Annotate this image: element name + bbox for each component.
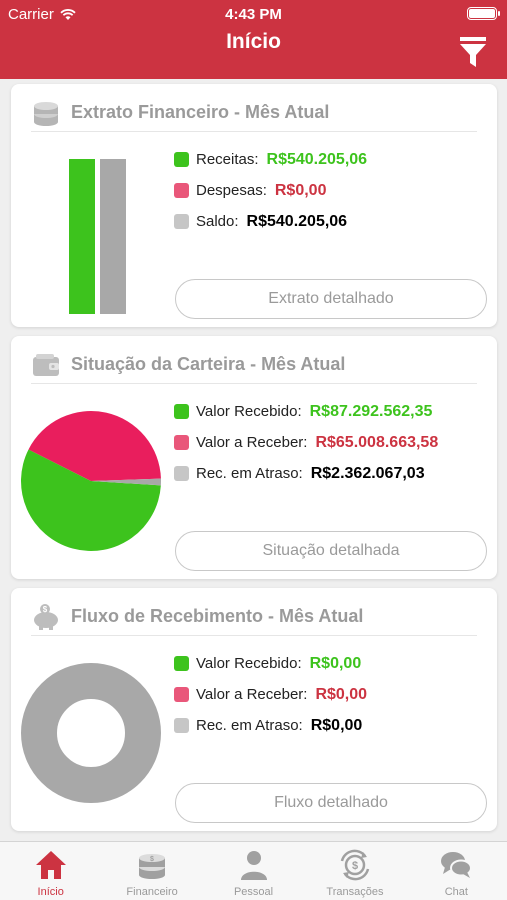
legend-label: Despesas: — [196, 182, 267, 199]
extrato-card: Extrato Financeiro - Mês Atual Receitas:… — [11, 84, 497, 327]
tab-financeiro[interactable]: $ Financeiro — [101, 842, 202, 900]
carteira-card: Situação da Carteira - Mês Atual Valor R… — [11, 336, 497, 579]
bottom-tab-bar: Início $ Financeiro Pessoal $ Transações… — [0, 841, 507, 900]
legend-value: R$0,00 — [315, 685, 368, 703]
wallet-icon — [31, 350, 61, 380]
legend-row-rec-em-atraso: Rec. em Atraso: R$0,00 — [174, 710, 367, 741]
extrato-legend: Receitas: R$540.205,06 Despesas: R$0,00 … — [174, 144, 367, 237]
legend-label: Saldo: — [196, 213, 239, 230]
page-title: Início — [226, 30, 281, 53]
legend-value: R$540.205,06 — [246, 212, 348, 230]
fluxo-donut-chart — [21, 663, 161, 803]
top-header: Carrier 4:43 PM Início — [0, 0, 507, 79]
fluxo-card-title: Fluxo de Recebimento - Mês Atual — [71, 606, 364, 626]
legend-value: R$0,00 — [310, 716, 363, 734]
legend-row-receitas: Receitas: R$540.205,06 — [174, 144, 367, 175]
legend-swatch — [174, 152, 189, 167]
legend-value: R$65.008.663,58 — [315, 433, 439, 451]
fluxo-detalhado-button[interactable]: Fluxo detalhado — [175, 783, 487, 823]
legend-value: R$0,00 — [274, 181, 327, 199]
carteira-card-title: Situação da Carteira - Mês Atual — [71, 354, 346, 374]
legend-label: Valor Recebido: — [196, 655, 302, 672]
status-bar: Carrier 4:43 PM — [0, 0, 507, 28]
legend-label: Rec. em Atraso: — [196, 717, 303, 734]
status-time: 4:43 PM — [225, 6, 282, 23]
legend-swatch — [174, 466, 189, 481]
legend-row-valor-recebido: Valor Recebido: R$87.292.562,35 — [174, 396, 438, 427]
legend-row-valor-recebido: Valor Recebido: R$0,00 — [174, 648, 367, 679]
filter-funnel-icon — [460, 37, 486, 67]
svg-text:$: $ — [43, 605, 48, 614]
extrato-card-header: Extrato Financeiro - Mês Atual — [31, 94, 477, 132]
legend-value: R$87.292.562,35 — [309, 402, 433, 420]
legend-swatch — [174, 183, 189, 198]
carteira-card-header: Situação da Carteira - Mês Atual — [31, 346, 477, 384]
battery-icon — [467, 7, 500, 20]
extrato-bar-chart — [69, 159, 126, 314]
bar-saldo — [100, 159, 126, 314]
tab-label: Transações — [326, 886, 384, 898]
svg-text:$: $ — [352, 860, 358, 872]
legend-swatch — [174, 656, 189, 671]
home-icon — [34, 848, 68, 882]
bar-receitas — [69, 159, 95, 314]
tab-label: Chat — [444, 886, 468, 898]
legend-row-valor-a-receber: Valor a Receber: R$65.008.663,58 — [174, 427, 438, 458]
legend-row-rec-em-atraso: Rec. em Atraso: R$2.362.067,03 — [174, 458, 438, 489]
legend-value: R$2.362.067,03 — [310, 464, 425, 482]
legend-swatch — [174, 718, 189, 733]
transactions-icon: $ — [338, 848, 372, 882]
donut-empty-ring — [21, 663, 161, 803]
fluxo-legend: Valor Recebido: R$0,00 Valor a Receber: … — [174, 648, 367, 741]
legend-label: Valor a Receber: — [196, 686, 308, 703]
situacao-detalhada-button[interactable]: Situação detalhada — [175, 531, 487, 571]
carteira-pie-chart — [20, 411, 161, 551]
legend-row-saldo: Saldo: R$540.205,06 — [174, 206, 367, 237]
legend-swatch — [174, 404, 189, 419]
legend-row-valor-a-receber: Valor a Receber: R$0,00 — [174, 679, 367, 710]
legend-label: Valor a Receber: — [196, 434, 308, 451]
legend-value: R$540.205,06 — [266, 150, 368, 168]
legend-label: Receitas: — [196, 151, 259, 168]
legend-swatch — [174, 687, 189, 702]
svg-text:$: $ — [150, 856, 154, 863]
tab-pessoal[interactable]: Pessoal — [203, 842, 304, 900]
tab-inicio[interactable]: Início — [0, 842, 101, 900]
chat-bubbles-icon — [439, 848, 473, 882]
piggy-bank-icon: $ — [31, 602, 61, 632]
tab-label: Pessoal — [233, 886, 274, 898]
person-icon — [237, 848, 271, 882]
fluxo-card-header: $ Fluxo de Recebimento - Mês Atual — [31, 598, 477, 636]
coins-icon: $ — [135, 848, 169, 882]
filter-button[interactable] — [457, 34, 489, 70]
legend-value: R$0,00 — [309, 654, 362, 672]
legend-label: Rec. em Atraso: — [196, 465, 303, 482]
legend-swatch — [174, 214, 189, 229]
coins-stack-icon — [31, 98, 61, 128]
fluxo-card: $ Fluxo de Recebimento - Mês Atual Valor… — [11, 588, 497, 831]
legend-swatch — [174, 435, 189, 450]
carteira-legend: Valor Recebido: R$87.292.562,35 Valor a … — [174, 396, 438, 489]
tab-chat[interactable]: Chat — [406, 842, 507, 900]
tab-label: Início — [37, 886, 64, 898]
extrato-detalhado-button[interactable]: Extrato detalhado — [175, 279, 487, 319]
legend-row-despesas: Despesas: R$0,00 — [174, 175, 367, 206]
legend-label: Valor Recebido: — [196, 403, 302, 420]
tab-label: Financeiro — [126, 886, 178, 898]
extrato-card-title: Extrato Financeiro - Mês Atual — [71, 102, 330, 122]
tab-transacoes[interactable]: $ Transações — [304, 842, 405, 900]
